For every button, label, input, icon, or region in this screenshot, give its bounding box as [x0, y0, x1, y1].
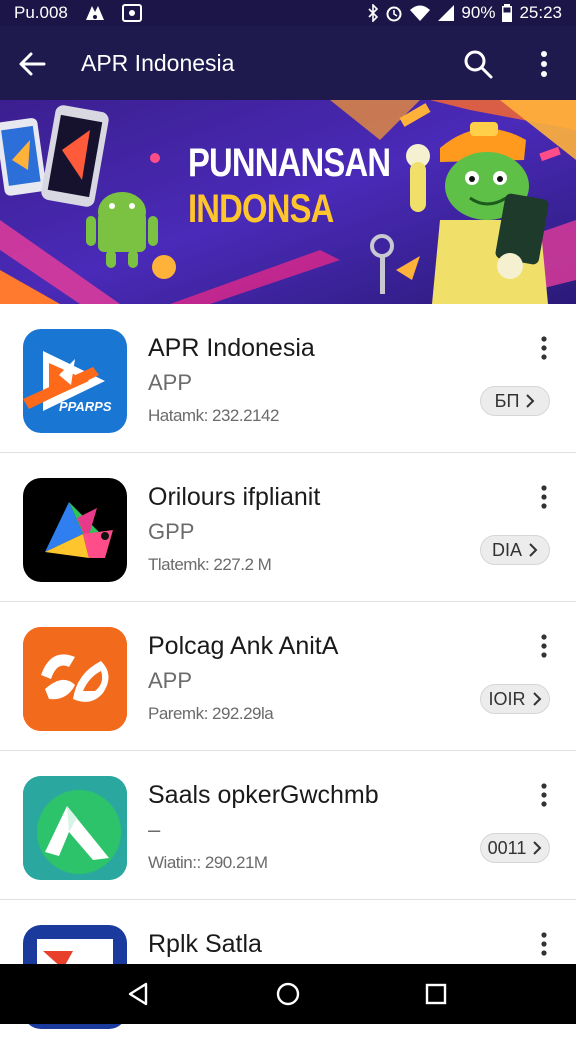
- more-vert-icon[interactable]: [532, 632, 556, 660]
- promo-banner[interactable]: PUNNANSAN INDONSA: [0, 100, 576, 304]
- app-type: APP: [148, 668, 193, 693]
- install-button[interactable]: 0011: [480, 833, 550, 863]
- app-name: Rplk Satla: [148, 930, 262, 958]
- clock: 25:23: [519, 3, 562, 22]
- app-icon-label: PPARPS: [59, 399, 112, 414]
- more-vert-icon[interactable]: [532, 930, 556, 958]
- app-meta: Hatamk: 232.2142: [148, 406, 279, 425]
- app-icon: [23, 776, 127, 880]
- app-type: GPP: [148, 519, 195, 544]
- arrow-logo-icon: [23, 776, 127, 880]
- app-icon: [23, 627, 127, 731]
- app-type: APP: [148, 370, 193, 395]
- install-button-label: 0011: [487, 837, 527, 858]
- triangle-logo-icon: [45, 502, 113, 558]
- list-item[interactable]: PPARPS APR Indonesia APP Hatamk: 232.214…: [0, 304, 576, 453]
- app-name: Saals opkerGwchmb: [148, 781, 379, 809]
- bluetooth-icon: [368, 4, 379, 22]
- list-item[interactable]: Polcag Ank AnitA APP Paremk: 292.29la IO…: [0, 602, 576, 751]
- app-name: Polcag Ank AnitA: [148, 632, 339, 660]
- page-title: APR Indonesia: [81, 50, 235, 76]
- more-vert-icon[interactable]: [532, 781, 556, 809]
- nav-back-icon[interactable]: [122, 978, 154, 1010]
- carrier-text: Pu.008: [14, 3, 68, 22]
- app-meta: Wiatin:: 290.21M: [148, 853, 268, 872]
- app-meta: Paremk: 292.29la: [148, 704, 274, 723]
- app-name: APR Indonesia: [148, 334, 315, 362]
- install-button-label: БП: [494, 390, 520, 411]
- alarm-icon: [386, 6, 402, 22]
- banner-line-1: PUNNANSAN: [188, 141, 391, 185]
- chevron-right-icon: [532, 692, 541, 706]
- list-item[interactable]: Orilours ifplianit GPP Tlatemk: 227.2 M …: [0, 453, 576, 602]
- nav-home-icon[interactable]: [272, 978, 304, 1010]
- image-icon: [121, 4, 142, 22]
- back-arrow-icon[interactable]: [16, 48, 48, 80]
- chevron-right-icon: [529, 543, 538, 557]
- app-meta: Tlatemk: 227.2 M: [148, 555, 272, 574]
- install-button-label: IOIR: [488, 688, 526, 709]
- swirl-logo-icon: [23, 627, 127, 731]
- app-name: Orilours ifplianit: [148, 483, 321, 511]
- battery-icon: [502, 4, 513, 22]
- more-vert-icon[interactable]: [532, 334, 556, 362]
- install-button[interactable]: IOIR: [480, 684, 550, 714]
- list-item[interactable]: Saals opkerGwchmb – Wiatin:: 290.21M 001…: [0, 751, 576, 900]
- status-bar: Pu.008 90% 25:23: [0, 0, 576, 26]
- install-button[interactable]: DIA: [480, 535, 550, 565]
- more-vert-icon[interactable]: [532, 48, 556, 80]
- notification-icon: [85, 6, 104, 20]
- banner-headline: PUNNANSAN INDONSA: [188, 140, 391, 232]
- chevron-right-icon: [526, 394, 535, 408]
- signal-icon: [438, 5, 455, 21]
- app-bar: APR Indonesia: [0, 26, 576, 100]
- install-button[interactable]: БП: [480, 386, 550, 416]
- wifi-icon: [410, 5, 431, 21]
- banner-line-2: INDONSA: [188, 187, 334, 231]
- more-vert-icon[interactable]: [532, 483, 556, 511]
- app-icon: [23, 478, 127, 582]
- install-button-label: DIA: [491, 539, 522, 560]
- system-navigation-bar: [0, 964, 576, 1024]
- nav-recents-icon[interactable]: [420, 978, 452, 1010]
- app-type: –: [148, 817, 161, 842]
- app-icon: PPARPS: [23, 329, 127, 433]
- chevron-right-icon: [533, 841, 542, 855]
- play-arrow-logo-icon: [23, 351, 105, 411]
- search-icon[interactable]: [462, 48, 494, 80]
- battery-percent: 90%: [461, 3, 496, 22]
